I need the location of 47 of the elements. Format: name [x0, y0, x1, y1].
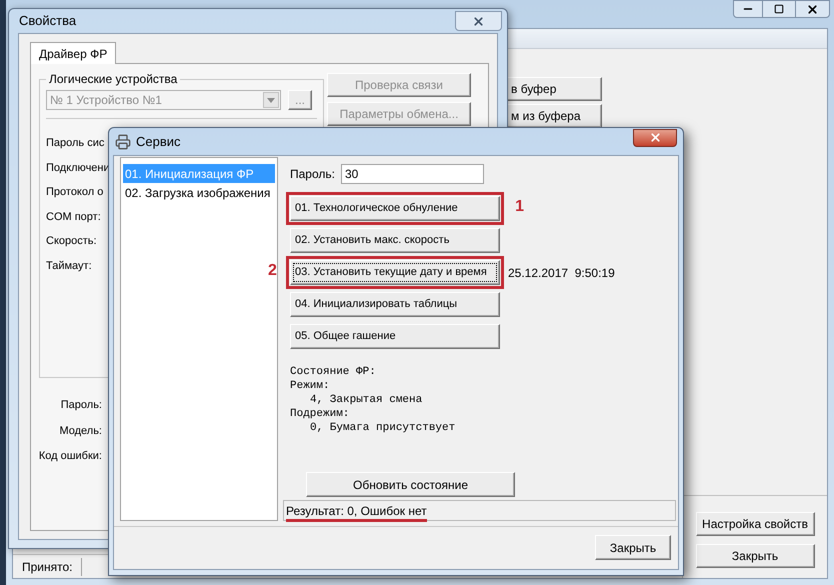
status-text: Режим: — [290, 379, 331, 393]
maximize-icon — [774, 4, 784, 14]
list-item[interactable]: 02. Загрузка изображения — [123, 183, 275, 202]
status-text: Подрежим: — [290, 407, 350, 421]
close-button[interactable] — [633, 128, 677, 146]
minimize-button[interactable] — [733, 0, 763, 18]
field-label: Код ошибки: — [38, 449, 102, 463]
maximize-button[interactable] — [763, 0, 795, 18]
close-icon — [472, 14, 485, 28]
field-label: Протокол о — [46, 185, 104, 199]
field-label: Пароль: — [60, 398, 102, 412]
push-button[interactable]: м из буфера — [506, 104, 602, 128]
tab[interactable]: Драйвер ФР — [30, 42, 116, 64]
result-text: Результат: 0, Ошибок нет — [286, 504, 427, 522]
action-button[interactable]: 04. Инициализировать таблицы — [290, 292, 500, 317]
push-button[interactable]: Закрыть — [696, 544, 814, 568]
push-button[interactable]: Настройка свойств — [696, 512, 814, 536]
field-label: Скорость: — [46, 234, 97, 248]
password-field[interactable]: 30 — [340, 164, 484, 184]
field-label: Модель: — [59, 424, 102, 438]
group-label: Логические устройства — [48, 71, 178, 88]
window-title: Сервис — [136, 132, 181, 151]
action-button[interactable]: 01. Технологическое обнуление — [290, 196, 500, 221]
field-label: Пароль сис — [46, 136, 104, 150]
action-button[interactable]: 03. Установить текущие дату и время — [290, 260, 500, 285]
field-label: Подключени — [46, 160, 110, 174]
annotation-number: 1 — [515, 198, 524, 216]
status-text: Состояние ФР: — [290, 365, 377, 379]
password-label: Пароль: — [290, 166, 335, 183]
window-title: Свойства — [19, 12, 76, 30]
push-button[interactable]: в буфер — [506, 77, 602, 101]
close-icon — [648, 131, 662, 144]
status-text: 4, Закрытая смена — [309, 393, 424, 407]
action-button[interactable]: 05. Общее гашение — [290, 324, 500, 349]
close-button[interactable] — [455, 11, 502, 31]
date-time-text: 25.12.2017 9:50:19 — [508, 264, 615, 282]
action-button[interactable]: 02. Установить макс. скорость — [290, 228, 500, 253]
status-text: 0, Бумага присутствует — [309, 421, 456, 435]
close-button[interactable] — [795, 0, 830, 18]
status-label: Принято: — [13, 558, 82, 576]
push-button[interactable]: Обновить состояние — [306, 472, 515, 497]
field-label: Таймаут: — [46, 258, 92, 272]
annotation-number: 2 — [268, 262, 277, 280]
printer-icon — [115, 134, 131, 150]
close-icon — [806, 2, 819, 16]
field-label: COM порт: — [46, 210, 101, 224]
push-button[interactable]: Закрыть — [595, 535, 671, 560]
